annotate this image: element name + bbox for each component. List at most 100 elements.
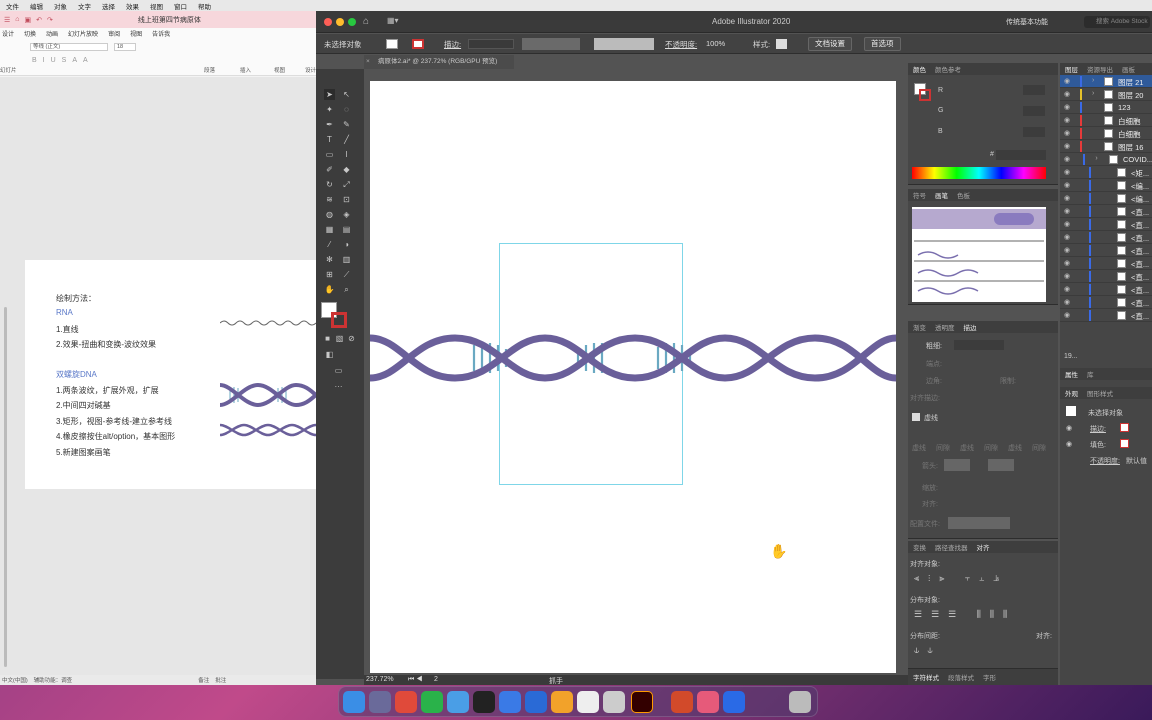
perspective-grid-tool-icon[interactable]: ▦ [324, 224, 335, 235]
layer-row[interactable]: ◉ <直... [1060, 270, 1152, 283]
layer-row[interactable]: ◉ <直... [1060, 218, 1152, 231]
blend-tool-icon[interactable]: ◑ [341, 239, 352, 250]
visibility-eye-icon[interactable]: ◉ [1064, 207, 1070, 215]
tab-stroke[interactable]: 描边 [964, 322, 977, 332]
artboard-navigator-icon[interactable]: ⏮ ◀ [408, 676, 423, 684]
visibility-eye-icon[interactable]: ◉ [1064, 285, 1070, 293]
layer-row[interactable]: ◉ 白细胞 [1060, 127, 1152, 140]
layer-row[interactable]: ◉ <直... [1060, 244, 1152, 257]
workspace-switcher[interactable]: 传统基本功能 [1006, 17, 1048, 27]
document-setup-button[interactable]: 文档设置 [808, 37, 852, 51]
menu-view[interactable]: 视图 [150, 1, 163, 11]
tab-swatches[interactable]: 色板 [957, 190, 970, 200]
end-arrowhead-select[interactable] [988, 459, 1014, 471]
launchpad-icon[interactable] [369, 691, 391, 713]
layer-row[interactable]: ◉ <直... [1060, 257, 1152, 270]
view-label[interactable]: 视图 [274, 66, 285, 74]
tab-color-guide[interactable]: 颜色参考 [935, 64, 961, 74]
notes-icon[interactable] [551, 691, 573, 713]
color-spectrum[interactable] [912, 167, 1046, 179]
minimize-window-button[interactable] [336, 18, 344, 26]
wechat-icon[interactable] [421, 691, 443, 713]
curvature-tool-icon[interactable]: ✎ [341, 119, 352, 130]
selection-tool-icon[interactable]: ➤ [324, 89, 335, 100]
visibility-eye-icon[interactable]: ◉ [1064, 298, 1070, 306]
tab-slideshow[interactable]: 幻灯片放映 [68, 29, 98, 38]
tab-artboards[interactable]: 画板 [1122, 64, 1135, 74]
layer-row[interactable]: ◉ <直... [1060, 296, 1152, 309]
screen-mode-icon[interactable]: ▭ [333, 365, 344, 376]
line-tool-icon[interactable]: ╱ [341, 134, 352, 145]
color-mode-icon[interactable]: ■ [322, 333, 333, 344]
layer-row[interactable]: ◉ <矩... [1060, 166, 1152, 179]
variable-width-profile[interactable] [522, 38, 580, 50]
visibility-eye-icon[interactable]: ◉ [1064, 168, 1070, 176]
menu-type[interactable]: 文字 [78, 1, 91, 11]
layer-row[interactable]: ◉ › 图层 20 [1060, 88, 1152, 101]
green-value-input[interactable] [1023, 106, 1045, 116]
document-tab[interactable]: × 病原体2.ai* @ 237.72% (RGB/GPU 预览) [364, 55, 514, 69]
align-object-buttons[interactable]: ⫷⫶⫸ ⫟⫠⫡ [914, 573, 1008, 584]
distribute-object-buttons[interactable]: ☰☰☰ ⫼⫼⫼ [914, 609, 1016, 620]
font-size-select[interactable]: 18 [114, 43, 136, 51]
tab-transitions[interactable]: 切换 [24, 29, 36, 38]
visibility-eye-icon[interactable]: ◉ [1064, 142, 1070, 150]
visibility-eye-icon[interactable]: ◉ [1064, 311, 1070, 319]
magic-wand-tool-icon[interactable]: ✦ [324, 104, 335, 115]
close-window-button[interactable] [324, 18, 332, 26]
visibility-eye-icon[interactable]: ◉ [1064, 155, 1070, 163]
visibility-eye-icon[interactable]: ◉ [1064, 233, 1070, 241]
close-tab-icon[interactable]: × [366, 55, 370, 69]
type-tool-icon[interactable]: T [324, 134, 335, 145]
opacity-label[interactable]: 不透明度: [665, 39, 697, 50]
expand-arrow-icon[interactable]: › [1092, 77, 1094, 84]
tab-review[interactable]: 审阅 [108, 29, 120, 38]
zoom-level[interactable]: 237.72% [366, 676, 394, 683]
tab-gradient[interactable]: 渐变 [913, 322, 926, 332]
visibility-eye-icon[interactable]: ◉ [1064, 90, 1070, 98]
tab-appearance[interactable]: 外观 [1065, 388, 1078, 398]
menu-window[interactable]: 窗口 [174, 1, 187, 11]
visibility-eye-icon[interactable]: ◉ [1066, 440, 1072, 448]
tab-align[interactable]: 对齐 [977, 542, 990, 552]
visibility-eye-icon[interactable]: ◉ [1064, 194, 1070, 202]
tab-color[interactable]: 颜色 [913, 64, 926, 74]
shaper-tool-icon[interactable]: ✐ [324, 164, 335, 175]
keynote-icon[interactable] [697, 691, 719, 713]
tab-brushes[interactable]: 画笔 [935, 190, 948, 200]
menu-effect[interactable]: 效果 [126, 1, 139, 11]
stroke-weight-field[interactable] [954, 340, 1004, 350]
dashed-line-checkbox[interactable] [912, 413, 920, 421]
home-icon[interactable]: ⌂ [15, 16, 19, 23]
fill-swatch[interactable] [386, 39, 398, 49]
mail-icon[interactable] [499, 691, 521, 713]
tab-libraries[interactable]: 库 [1087, 369, 1094, 379]
tab-graphic-styles[interactable]: 图形样式 [1087, 388, 1113, 398]
chrome-icon[interactable] [395, 691, 417, 713]
brush-definition[interactable] [594, 38, 654, 50]
layer-row[interactable]: ◉ <直... [1060, 309, 1152, 322]
style-swatch[interactable] [776, 39, 787, 49]
undo-icon[interactable]: ↶ [36, 16, 42, 24]
free-transform-tool-icon[interactable]: ⊡ [341, 194, 352, 205]
preferences-button[interactable]: 首选项 [864, 37, 901, 51]
layer-row[interactable]: ◉ <直... [1060, 231, 1152, 244]
expand-arrow-icon[interactable]: › [1092, 90, 1094, 97]
visibility-eye-icon[interactable]: ◉ [1064, 103, 1070, 111]
expand-arrow-icon[interactable]: › [1095, 155, 1097, 162]
tab-design[interactable]: 设计 [2, 29, 14, 38]
tab-view[interactable]: 视图 [130, 29, 142, 38]
canvas-pasteboard[interactable]: ✋ [364, 69, 908, 675]
appearance-stroke-label[interactable]: 描边: [1090, 424, 1106, 434]
trash-icon[interactable] [789, 691, 811, 713]
menu-edit[interactable]: 编辑 [30, 1, 43, 11]
direct-selection-tool-icon[interactable]: ↖ [341, 89, 352, 100]
tab-glyphs[interactable]: 字形 [983, 672, 996, 682]
panel-stroke-swatch[interactable] [919, 89, 931, 101]
layer-row[interactable]: ◉ <编... [1060, 179, 1152, 192]
paintbrush-tool-icon[interactable]: ǀ [341, 149, 352, 160]
status-accessibility[interactable]: 辅助功能：调查 [34, 676, 73, 684]
visibility-eye-icon[interactable]: ◉ [1064, 116, 1070, 124]
vertical-scrollbar[interactable] [4, 307, 7, 667]
visibility-eye-icon[interactable]: ◉ [1064, 246, 1070, 254]
